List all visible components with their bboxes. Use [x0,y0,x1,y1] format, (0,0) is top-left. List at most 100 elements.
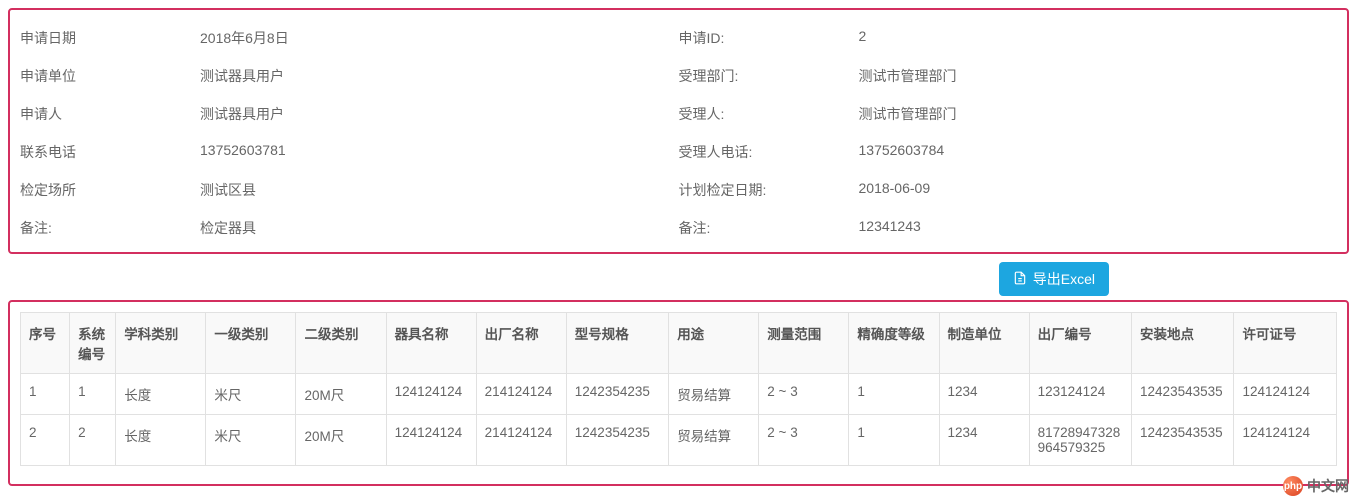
table-cell: 1 [21,374,70,415]
table-header-cell: 用途 [669,313,759,374]
info-row: 备注:检定器具备注:12341243 [20,218,1337,238]
table-cell: 20M尺 [296,415,386,466]
table-header-cell: 出厂名称 [476,313,566,374]
info-row: 检定场所测试区县计划检定日期:2018-06-09 [20,180,1337,200]
info-cell: 计划检定日期:2018-06-09 [679,180,1338,200]
info-value: 2018年6月8日 [200,28,289,48]
info-row: 申请单位测试器具用户受理部门:测试市管理部门 [20,66,1337,86]
table-cell: 2 ~ 3 [759,415,849,466]
info-label: 检定场所 [20,180,200,200]
php-logo-icon: php [1283,476,1303,496]
info-value: 2 [859,28,867,48]
info-cell: 备注:检定器具 [20,218,679,238]
table-cell: 1242354235 [566,415,668,466]
table-cell: 长度 [116,415,206,466]
info-label: 计划检定日期: [679,180,859,200]
table-cell: 长度 [116,374,206,415]
table-header-cell: 系统编号 [70,313,116,374]
info-label: 联系电话 [20,142,200,162]
info-cell: 受理部门:测试市管理部门 [679,66,1338,86]
table-cell: 20M尺 [296,374,386,415]
info-value: 13752603781 [200,142,286,162]
table-header-cell: 安装地点 [1132,313,1234,374]
table-cell: 米尺 [206,374,296,415]
info-label: 申请单位 [20,66,200,86]
table-cell: 贸易结算 [669,415,759,466]
table-header-cell: 出厂编号 [1029,313,1131,374]
table-cell: 124124124 [1234,415,1337,466]
info-value: 测试市管理部门 [859,104,957,124]
info-row: 联系电话13752603781受理人电话:13752603784 [20,142,1337,162]
export-excel-button[interactable]: 导出Excel [999,262,1109,296]
table-cell: 1 [849,415,939,466]
info-cell: 备注:12341243 [679,218,1338,238]
table-cell: 1 [70,374,116,415]
export-button-label: 导出Excel [1033,269,1095,289]
info-label: 申请日期 [20,28,200,48]
info-value: 2018-06-09 [859,180,931,200]
table-cell: 81728947328964579325 [1029,415,1131,466]
table-cell: 12423543535 [1132,374,1234,415]
info-cell: 申请单位测试器具用户 [20,66,679,86]
table-header-cell: 精确度等级 [849,313,939,374]
table-cell: 贸易结算 [669,374,759,415]
table-cell: 1234 [939,374,1029,415]
info-label: 受理人电话: [679,142,859,162]
table-header-cell: 制造单位 [939,313,1029,374]
info-cell: 申请ID:2 [679,28,1338,48]
info-value: 测试器具用户 [200,66,284,86]
info-cell: 受理人电话:13752603784 [679,142,1338,162]
info-cell: 申请日期2018年6月8日 [20,28,679,48]
info-value: 检定器具 [200,218,256,238]
table-row: 11长度米尺20M尺1241241242141241241242354235贸易… [21,374,1337,415]
table-header-cell: 测量范围 [759,313,849,374]
data-table: 序号系统编号学科类别一级类别二级类别器具名称出厂名称型号规格用途测量范围精确度等… [20,312,1337,466]
table-cell: 2 [70,415,116,466]
table-cell: 1234 [939,415,1029,466]
table-header-cell: 许可证号 [1234,313,1337,374]
info-label: 申请ID: [679,28,859,48]
info-value: 测试市管理部门 [859,66,957,86]
table-cell: 124124124 [386,374,476,415]
table-header-row: 序号系统编号学科类别一级类别二级类别器具名称出厂名称型号规格用途测量范围精确度等… [21,313,1337,374]
info-cell: 受理人:测试市管理部门 [679,104,1338,124]
info-label: 受理人: [679,104,859,124]
info-label: 备注: [20,218,200,238]
table-cell: 123124124 [1029,374,1131,415]
info-label: 受理部门: [679,66,859,86]
info-panel: 申请日期2018年6月8日申请ID:2申请单位测试器具用户受理部门:测试市管理部… [8,8,1349,254]
table-cell: 124124124 [386,415,476,466]
info-value: 13752603784 [859,142,945,162]
table-header-cell: 序号 [21,313,70,374]
table-cell: 12423543535 [1132,415,1234,466]
info-cell: 申请人测试器具用户 [20,104,679,124]
table-cell: 214124124 [476,415,566,466]
info-label: 申请人 [20,104,200,124]
info-value: 测试器具用户 [200,104,284,124]
watermark-text: 中文网 [1307,476,1349,496]
table-header-cell: 二级类别 [296,313,386,374]
info-row: 申请人测试器具用户受理人:测试市管理部门 [20,104,1337,124]
table-row: 22长度米尺20M尺1241241242141241241242354235贸易… [21,415,1337,466]
table-header-cell: 型号规格 [566,313,668,374]
document-icon [1013,271,1027,288]
watermark: php 中文网 [1283,476,1349,496]
table-cell: 124124124 [1234,374,1337,415]
info-value: 测试区县 [200,180,256,200]
table-panel: 序号系统编号学科类别一级类别二级类别器具名称出厂名称型号规格用途测量范围精确度等… [8,300,1349,486]
table-cell: 1 [849,374,939,415]
table-cell: 214124124 [476,374,566,415]
table-header-cell: 学科类别 [116,313,206,374]
table-cell: 1242354235 [566,374,668,415]
table-cell: 2 ~ 3 [759,374,849,415]
info-row: 申请日期2018年6月8日申请ID:2 [20,28,1337,48]
export-row: 导出Excel [8,262,1349,296]
table-header-cell: 一级类别 [206,313,296,374]
info-value: 12341243 [859,218,921,238]
table-header-cell: 器具名称 [386,313,476,374]
info-cell: 联系电话13752603781 [20,142,679,162]
info-label: 备注: [679,218,859,238]
table-cell: 2 [21,415,70,466]
table-cell: 米尺 [206,415,296,466]
info-cell: 检定场所测试区县 [20,180,679,200]
